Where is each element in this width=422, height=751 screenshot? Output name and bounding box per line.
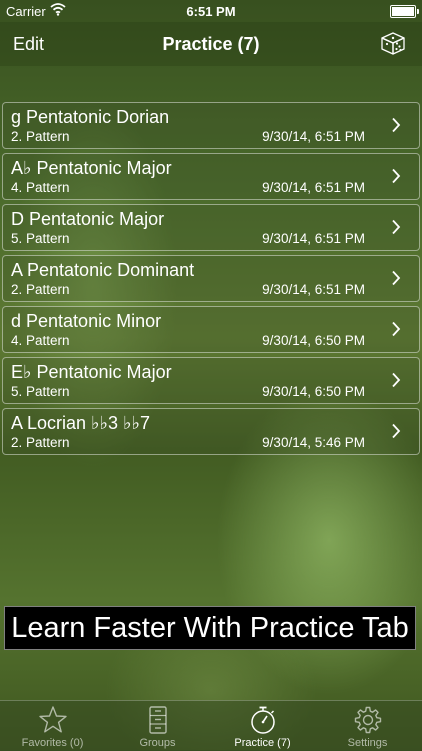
list-item[interactable]: A Pentatonic Dominant 2. Pattern 9/30/14…: [2, 255, 420, 302]
list-item[interactable]: D Pentatonic Major 5. Pattern 9/30/14, 6…: [2, 204, 420, 251]
scale-name: A Pentatonic Dominant: [11, 260, 195, 280]
stopwatch-icon: [251, 706, 275, 734]
pattern-label: 2. Pattern: [11, 282, 70, 297]
timestamp: 9/30/14, 5:46 PM: [262, 435, 365, 450]
chevron-right-icon: [392, 270, 401, 286]
pattern-label: 2. Pattern: [11, 129, 70, 144]
navigation-bar: Edit Practice (7): [0, 22, 422, 66]
tab-label: Settings: [347, 737, 388, 749]
list-item[interactable]: A♭ Pentatonic Major 4. Pattern 9/30/14, …: [2, 153, 420, 200]
timestamp: 9/30/14, 6:50 PM: [262, 384, 365, 399]
dice-icon[interactable]: [379, 29, 407, 57]
timestamp: 9/30/14, 6:51 PM: [262, 180, 365, 195]
practice-list: g Pentatonic Dorian 2. Pattern 9/30/14, …: [2, 102, 420, 459]
scale-name: E♭ Pentatonic Major: [11, 362, 172, 382]
pattern-label: 5. Pattern: [11, 384, 70, 399]
page-title: Practice (7): [162, 34, 260, 54]
chevron-right-icon: [392, 219, 401, 235]
battery-icon: [390, 5, 419, 18]
pattern-label: 5. Pattern: [11, 231, 70, 246]
list-item[interactable]: E♭ Pentatonic Major 5. Pattern 9/30/14, …: [2, 357, 420, 404]
tab-bar: Favorites (0) Groups Practice (7) Settin…: [0, 700, 422, 751]
scale-name: A Locrian ♭♭3 ♭♭7: [11, 413, 151, 433]
tab-label: Groups: [139, 737, 176, 749]
chevron-right-icon: [392, 372, 401, 388]
timestamp: 9/30/14, 6:51 PM: [262, 129, 365, 144]
chevron-right-icon: [392, 117, 401, 133]
tab-practice[interactable]: Practice (7): [210, 701, 315, 751]
star-icon: [39, 706, 67, 733]
promo-banner[interactable]: Learn Faster With Practice Tab: [4, 606, 416, 650]
status-time: 6:51 PM: [186, 4, 236, 19]
pattern-label: 4. Pattern: [11, 180, 70, 195]
list-item[interactable]: d Pentatonic Minor 4. Pattern 9/30/14, 6…: [2, 306, 420, 353]
tab-label: Favorites (0): [21, 737, 84, 749]
timestamp: 9/30/14, 6:51 PM: [262, 282, 365, 297]
timestamp: 9/30/14, 6:50 PM: [262, 333, 365, 348]
status-bar: Carrier 6:51 PM: [0, 0, 422, 22]
tab-settings[interactable]: Settings: [315, 701, 420, 751]
gear-icon: [354, 706, 382, 734]
scale-name: d Pentatonic Minor: [11, 311, 162, 331]
tab-label: Practice (7): [234, 737, 291, 749]
tab-groups[interactable]: Groups: [105, 701, 210, 751]
chevron-right-icon: [392, 321, 401, 337]
chevron-right-icon: [392, 168, 401, 184]
pattern-label: 4. Pattern: [11, 333, 70, 348]
pattern-label: 2. Pattern: [11, 435, 70, 450]
cabinet-icon: [149, 706, 167, 734]
chevron-right-icon: [392, 423, 401, 439]
scale-name: A♭ Pentatonic Major: [11, 158, 172, 178]
scale-name: g Pentatonic Dorian: [11, 107, 170, 127]
scale-name: D Pentatonic Major: [11, 209, 165, 229]
list-item[interactable]: A Locrian ♭♭3 ♭♭7 2. Pattern 9/30/14, 5:…: [2, 408, 420, 455]
timestamp: 9/30/14, 6:51 PM: [262, 231, 365, 246]
list-item[interactable]: g Pentatonic Dorian 2. Pattern 9/30/14, …: [2, 102, 420, 149]
tab-favorites[interactable]: Favorites (0): [0, 701, 105, 751]
